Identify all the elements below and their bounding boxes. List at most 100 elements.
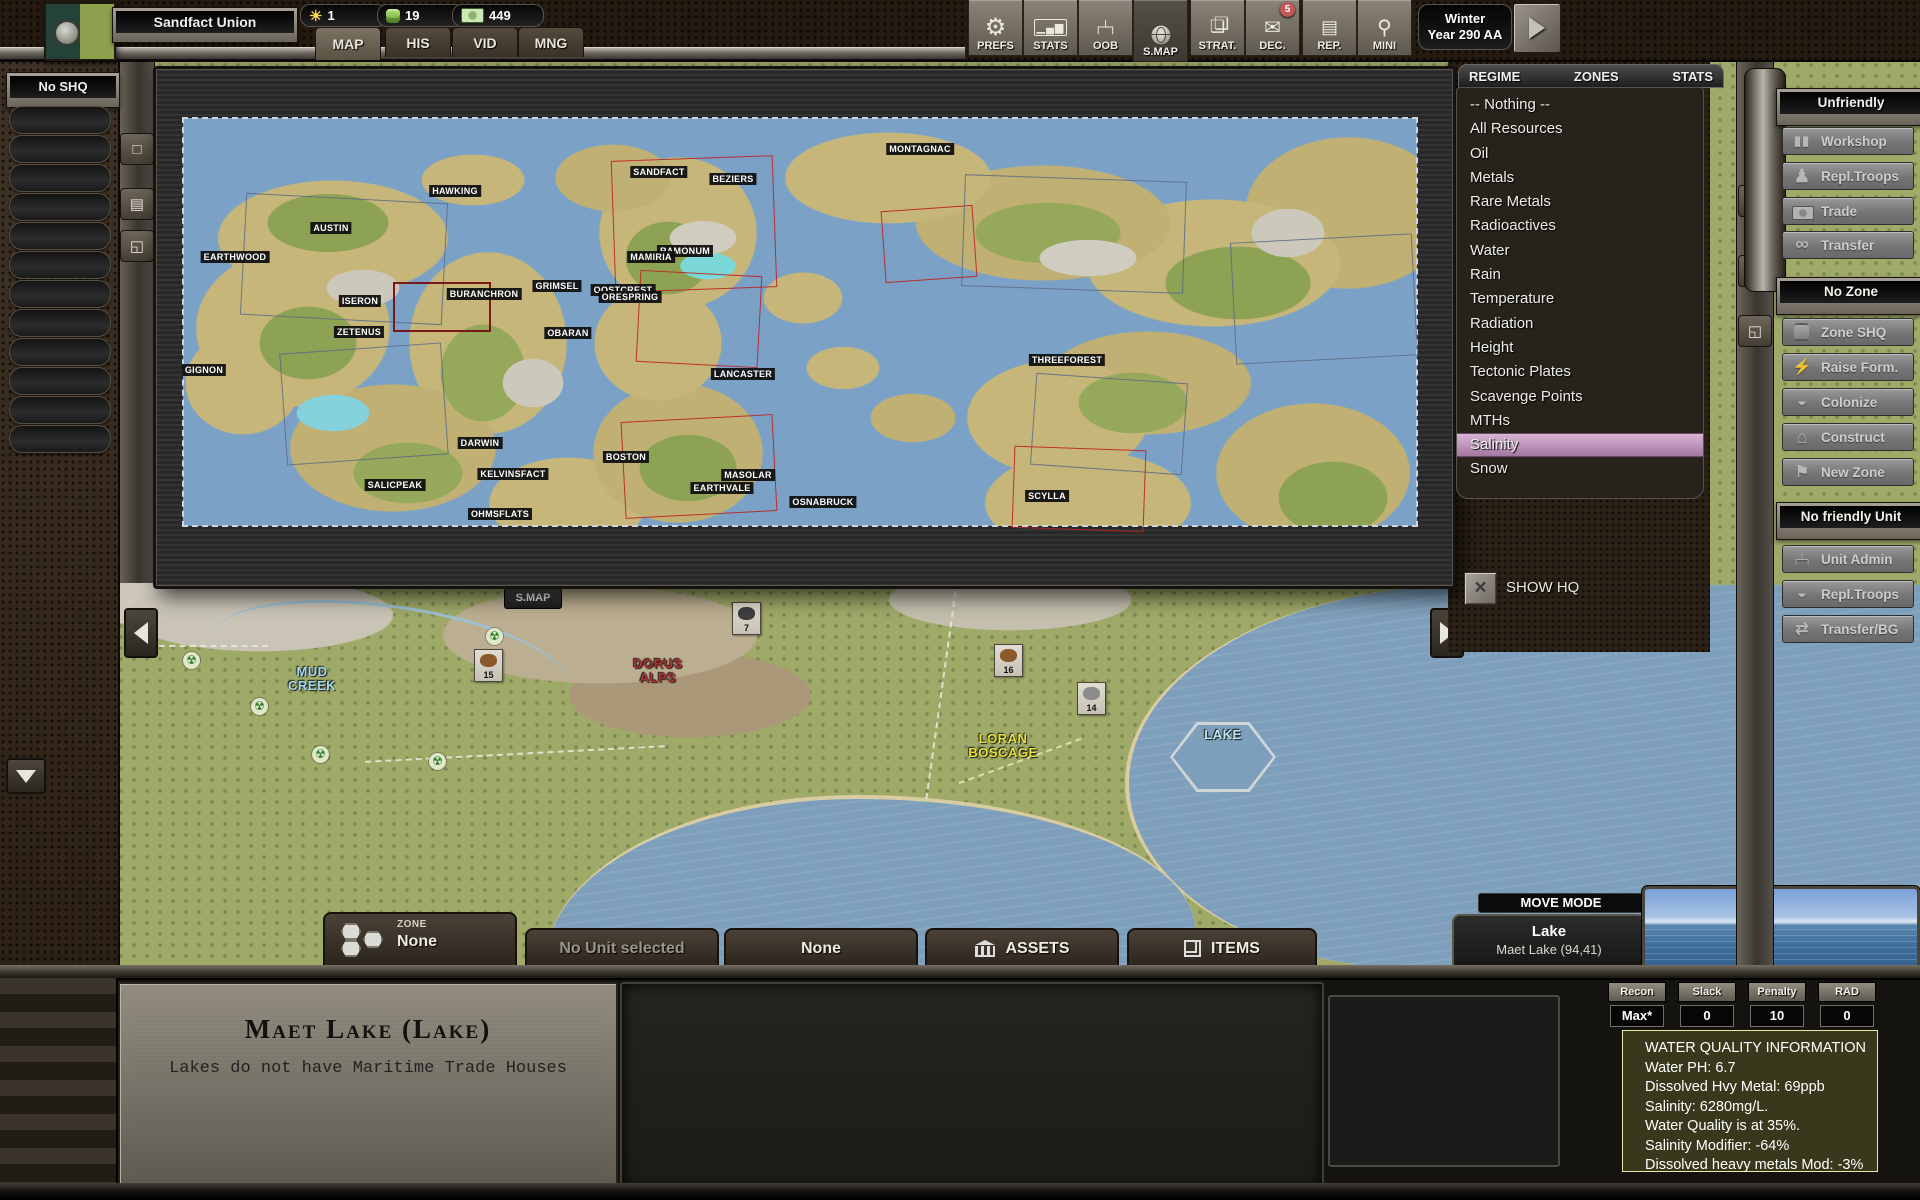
city-label[interactable]: DARWIN [458,437,503,449]
city-label[interactable]: SANDFACT [630,166,687,178]
city-label[interactable]: EARTHWOOD [201,251,270,263]
map-tool-copy-icon[interactable]: ◱ [120,230,154,262]
faction-flag[interactable] [44,2,116,61]
overlay-option[interactable]: Temperature [1457,287,1703,311]
view-tab[interactable]: MAP [315,27,381,60]
sidebar-action-button[interactable]: Colonize [1782,388,1914,416]
city-label[interactable]: ORESPRING [599,291,662,303]
city-label[interactable]: BEZIERS [709,173,756,185]
scroll-down-button[interactable] [6,758,46,794]
city-label[interactable]: SCYLLA [1025,490,1069,502]
sidebar-action-button[interactable]: New Zone [1782,458,1914,486]
shq-empty-slot [9,367,111,395]
shq-empty-slot [9,193,111,221]
city-label[interactable]: OSNABRUCK [789,496,856,508]
view-tab[interactable]: HIS [385,27,451,57]
city-label[interactable]: HAWKING [429,185,481,197]
shq-empty-slot [9,106,111,134]
city-label[interactable]: AUSTIN [310,222,351,234]
sidebar-action-button[interactable]: Zone SHQ [1782,318,1914,346]
menu-button[interactable]: PREFS [968,0,1023,56]
menu-button[interactable]: DEC. 5 [1245,0,1300,56]
sidebar-action-button[interactable]: Repl.Troops [1782,162,1914,190]
overlay-option[interactable]: Snow [1457,457,1703,481]
items-tab[interactable]: ITEMS [1127,928,1317,967]
city-label[interactable]: OHMSFLATS [468,508,532,520]
smap-mode-tab[interactable]: S.MAP [504,588,562,609]
view-tab[interactable]: MNG [518,27,584,57]
unit-tab[interactable]: No Unit selected [525,928,719,967]
city-label[interactable]: THREEFOREST [1029,354,1105,366]
menu-button-label: STRAT. [1199,40,1237,52]
sidebar-action-button[interactable]: Trade [1782,197,1914,225]
overlay-option[interactable]: Salinity [1457,433,1703,457]
city-label[interactable]: BOSTON [603,451,649,463]
city-label[interactable]: EARTHVALE [690,482,753,494]
menu-button[interactable]: S.MAP [1133,0,1188,62]
sidebar-action-button[interactable]: Raise Form. [1782,353,1914,381]
menu-button[interactable]: STATS [1023,0,1078,56]
unit-counter[interactable]: 14 [1077,682,1106,715]
unit-counter[interactable]: 16 [994,644,1023,677]
overlay-option[interactable]: Height [1457,336,1703,360]
city-label[interactable]: KELVINSFACT [477,468,548,480]
overlay-option[interactable]: -- Nothing -- [1457,93,1703,117]
menu-button[interactable]: REP. [1302,0,1357,56]
overlay-panel-tab[interactable]: STATS [1672,69,1713,84]
overlay-option[interactable]: MTHs [1457,409,1703,433]
city-label[interactable]: BURANCHRON [447,288,522,300]
city-label[interactable]: GIGNON [182,364,226,376]
menu-button[interactable]: OOB [1078,0,1133,56]
sidebar-section-header: No Zone [1776,277,1920,315]
end-turn-button[interactable] [1512,2,1562,54]
overlay-option[interactable]: Water [1457,239,1703,263]
map-tool-copy-icon[interactable]: ◱ [1738,315,1772,347]
overlay-option[interactable]: Tectonic Plates [1457,360,1703,384]
city-label[interactable]: MAMIRIA [627,251,675,263]
sidebar-action-button[interactable]: Unit Admin [1782,545,1914,573]
overlay-option[interactable]: Metals [1457,166,1703,190]
zone-tab[interactable]: ZONE None [323,912,517,967]
overlay-option[interactable]: All Resources [1457,117,1703,141]
menu-button-icon [1210,14,1225,40]
location-description: Lakes do not have Maritime Trade Houses [132,1059,604,1078]
unit-count: 7 [733,623,760,633]
overlay-option[interactable]: Rain [1457,263,1703,287]
overlay-option[interactable]: Oil [1457,142,1703,166]
show-hq-checkbox[interactable]: × [1464,572,1497,605]
map-tool-square-icon[interactable]: □ [120,133,154,165]
menu-button[interactable]: MINI [1357,0,1412,56]
secondary-tab[interactable]: None [724,928,918,967]
scroll-left-button[interactable] [124,608,158,658]
sidebar-action-button[interactable]: Construct [1782,423,1914,451]
overlay-option[interactable]: Rare Metals [1457,190,1703,214]
territory-border-hostile [621,414,778,519]
view-tab[interactable]: VID [452,27,518,57]
city-label[interactable]: ISERON [339,295,381,307]
world-map[interactable]: MONTAGNAC SANDFACT BEZIERS HAWKING AUSTIN EAR… [183,118,1417,526]
unit-counter[interactable]: 15 [474,649,503,682]
menu-button[interactable]: STRAT. [1190,0,1245,56]
city-label[interactable]: MASOLAR [721,469,775,481]
action-button-icon [1790,619,1814,639]
city-label[interactable]: GRIMSEL [532,280,581,292]
resource-value: 449 [489,8,511,23]
unit-counter[interactable]: 7 [732,602,761,635]
city-label[interactable]: ZETENUS [334,326,384,338]
city-label[interactable]: MONTAGNAC [886,143,954,155]
sidebar-action-button[interactable]: Transfer/BG [1782,615,1914,643]
overlay-option[interactable]: Radiation [1457,312,1703,336]
overlay-option[interactable]: Scavenge Points [1457,385,1703,409]
sidebar-action-button[interactable]: Repl.Troops [1782,580,1914,608]
city-label[interactable]: SALICPEAK [365,479,426,491]
sidebar-action-button[interactable]: Workshop [1782,127,1914,155]
assets-tab[interactable]: ASSETS [925,928,1119,967]
action-button-icon [1794,323,1809,341]
sidebar-action-button[interactable]: Transfer [1782,231,1914,259]
city-label[interactable]: OBARAN [544,327,591,339]
overlay-panel-tab[interactable]: REGIME [1469,69,1520,84]
overlay-option[interactable]: Radioactives [1457,214,1703,238]
map-tool-layers-icon[interactable]: ▤ [120,188,154,220]
overlay-panel-tab[interactable]: ZONES [1574,69,1619,84]
city-label[interactable]: LANCASTER [711,368,775,380]
